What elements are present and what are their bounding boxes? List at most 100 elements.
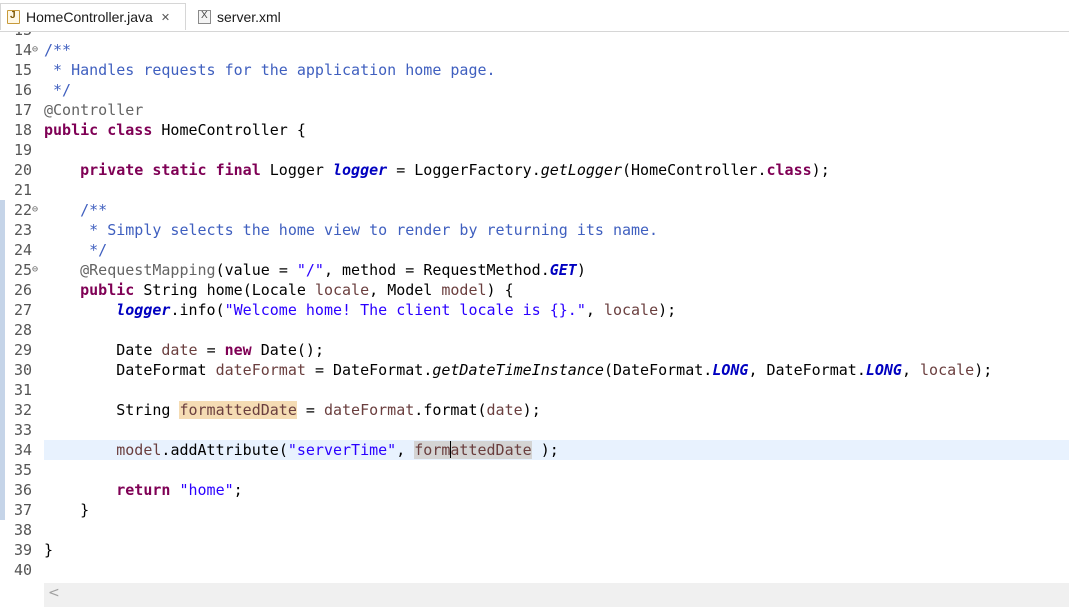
code-text: return "home";	[116, 481, 243, 499]
code-text: String formattedDate = dateFormat.format…	[116, 401, 541, 419]
code-text: */	[44, 81, 72, 99]
line-number: 17	[14, 101, 33, 119]
change-bar	[0, 340, 5, 360]
java-file-icon	[7, 10, 20, 24]
change-bar	[0, 500, 5, 520]
line-number: 27	[14, 301, 33, 319]
code-line: 40	[0, 560, 1069, 580]
line-number: 30	[14, 361, 33, 379]
tab-homecontroller-java[interactable]: HomeController.java ✕	[0, 3, 186, 30]
code-line: 32 String formattedDate = dateFormat.for…	[0, 400, 1069, 420]
code-text: @RequestMapping(value = "/", method = Re…	[80, 261, 586, 279]
code-text: DateFormat dateFormat = DateFormat.getDa…	[116, 361, 993, 379]
code-line: 24 */	[0, 240, 1069, 260]
code-text: private static final Logger logger = Log…	[80, 161, 830, 179]
change-bar	[0, 260, 5, 280]
change-bar	[0, 220, 5, 240]
change-bar	[0, 380, 5, 400]
fold-collapse-icon[interactable]: ⊖	[32, 40, 38, 60]
xml-file-icon	[198, 9, 211, 24]
change-bar	[0, 300, 5, 320]
code-line: 18 public class HomeController {	[0, 120, 1069, 140]
tab-server-xml[interactable]: server.xml	[192, 3, 288, 30]
code-line: 25 ⊖ @RequestMapping(value = "/", method…	[0, 260, 1069, 280]
code-line: 33	[0, 420, 1069, 440]
code-text: /**	[44, 41, 72, 59]
code-text: logger.info("Welcome home! The client lo…	[116, 301, 677, 319]
editor-tab-bar: HomeController.java ✕ server.xml	[0, 0, 1069, 32]
change-bar	[0, 420, 5, 440]
code-text: */	[44, 241, 108, 259]
code-line: 16 */	[0, 80, 1069, 100]
code-line: 39 }	[0, 540, 1069, 560]
code-text: public String home(Locale locale, Model …	[80, 281, 514, 299]
code-text: model.addAttribute("serverTime", formatt…	[44, 440, 1069, 460]
code-line: 21	[0, 180, 1069, 200]
code-line: 29 Date date = new Date();	[0, 340, 1069, 360]
code-line: 28	[0, 320, 1069, 340]
line-number: 22	[14, 201, 33, 219]
change-bar	[0, 480, 5, 500]
line-number: 21	[14, 181, 33, 199]
code-line: 31	[0, 380, 1069, 400]
change-bar	[0, 320, 5, 340]
code-line: 15 * Handles requests for the applicatio…	[0, 60, 1069, 80]
code-line: 17 @Controller	[0, 100, 1069, 120]
line-number: 34	[14, 441, 33, 459]
change-bar	[0, 360, 5, 380]
line-number: 20	[14, 161, 33, 179]
code-line: 23 * Simply selects the home view to ren…	[0, 220, 1069, 240]
fold-collapse-icon[interactable]: ⊖	[32, 200, 38, 220]
code-line: 36 return "home";	[0, 480, 1069, 500]
code-text: }	[44, 541, 54, 559]
code-line: 13	[0, 32, 1069, 40]
code-line: 26 public String home(Locale locale, Mod…	[0, 280, 1069, 300]
code-text: * Simply selects the home view to render…	[44, 221, 659, 239]
code-editor[interactable]: 13 14 ⊖ /** 15 * Handles requests for th…	[0, 32, 1069, 583]
change-bar	[0, 240, 5, 260]
close-icon[interactable]: ✕	[161, 11, 170, 24]
line-number: 40	[14, 561, 33, 579]
line-number: 29	[14, 341, 33, 359]
text-caret	[449, 441, 451, 458]
line-number: 24	[14, 241, 33, 259]
line-number: 14	[14, 41, 33, 59]
line-number: 15	[14, 61, 33, 79]
code-line: 30 DateFormat dateFormat = DateFormat.ge…	[0, 360, 1069, 380]
change-bar	[0, 200, 5, 220]
code-text: Date date = new Date();	[116, 341, 324, 359]
line-number: 35	[14, 461, 33, 479]
change-bar	[0, 440, 5, 460]
code-line: 37 }	[0, 500, 1069, 520]
code-line: 35	[0, 460, 1069, 480]
line-number: 13	[14, 32, 32, 40]
change-bar	[0, 280, 5, 300]
line-number: 33	[14, 421, 33, 439]
horizontal-scrollbar[interactable]: <	[44, 583, 1069, 607]
line-number: 25	[14, 261, 33, 279]
scroll-left-arrow-icon[interactable]: <	[48, 585, 60, 601]
change-bar	[0, 400, 5, 420]
tab-label: server.xml	[217, 8, 281, 25]
line-number: 36	[14, 481, 33, 499]
change-bar	[0, 460, 5, 480]
code-text: public class HomeController {	[44, 121, 306, 139]
line-number: 18	[14, 121, 33, 139]
code-line: 14 ⊖ /**	[0, 40, 1069, 60]
line-number: 28	[14, 321, 33, 339]
code-line: 38	[0, 520, 1069, 540]
line-number: 23	[14, 221, 33, 239]
code-text: @Controller	[44, 101, 144, 119]
code-line: 22 ⊖ /**	[0, 200, 1069, 220]
code-text: * Handles requests for the application h…	[44, 61, 496, 79]
line-number: 31	[14, 381, 33, 399]
code-text: /**	[44, 201, 108, 219]
line-number: 38	[14, 521, 33, 539]
line-number: 37	[14, 501, 33, 519]
line-number: 39	[14, 541, 33, 559]
code-line-current: 34 model.addAttribute("serverTime", form…	[0, 440, 1069, 460]
fold-collapse-icon[interactable]: ⊖	[32, 260, 38, 280]
line-number: 16	[14, 81, 33, 99]
code-line: 27 logger.info("Welcome home! The client…	[0, 300, 1069, 320]
line-number: 19	[14, 141, 33, 159]
